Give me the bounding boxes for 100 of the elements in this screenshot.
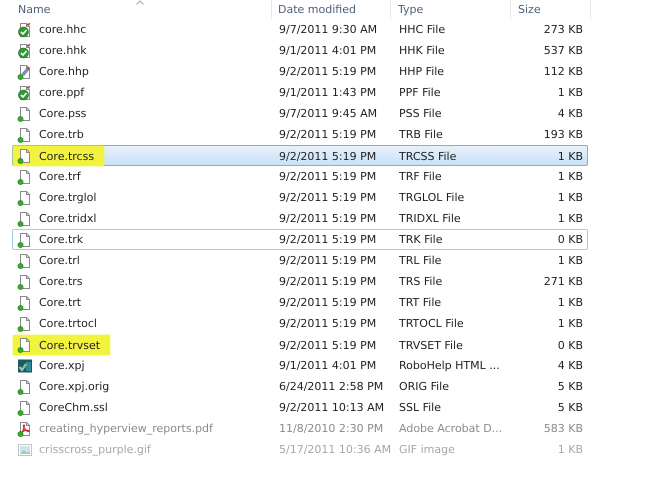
- pdf-icon: [17, 420, 33, 436]
- file-row[interactable]: core.ppf 9/1/2011 1:43 PM PPF File 1 KB: [12, 82, 588, 103]
- date-cell-text: 9/1/2011 1:43 PM: [278, 86, 378, 99]
- size-cell-text: 0 KB: [556, 233, 584, 246]
- date-cell-text: 9/7/2011 9:30 AM: [278, 23, 378, 36]
- date-cell-text: 9/2/2011 5:19 PM: [278, 317, 378, 330]
- file-row[interactable]: Core.hhp 9/2/2011 5:19 PM HHP File 112 KB: [12, 61, 588, 82]
- file-name: Core.trt: [39, 296, 82, 309]
- file-icon: [17, 316, 33, 332]
- file-row[interactable]: Core.trb 9/2/2011 5:19 PM TRB File 193 KB: [12, 124, 588, 145]
- type-cell-text: TRL File: [398, 254, 442, 267]
- file-icon: [17, 106, 33, 122]
- file-row[interactable]: Core.trf 9/2/2011 5:19 PM TRF File 1 KB: [12, 166, 588, 187]
- file-row[interactable]: Core.xpj 9/1/2011 4:01 PM RoboHelp HTML ... 4 KB: [12, 355, 588, 376]
- file-icon: [17, 126, 33, 142]
- file-name: Core.trk: [39, 233, 84, 246]
- date-cell-text: 9/2/2011 5:19 PM: [278, 254, 378, 267]
- file-name: creating_hyperview_reports.pdf: [39, 422, 213, 435]
- file-name: Core.trcss: [39, 150, 94, 162]
- size-cell-text: 1 KB: [556, 170, 584, 183]
- file-row[interactable]: Core.trs 9/2/2011 5:19 PM TRS File 271 KB: [12, 271, 588, 292]
- file-row[interactable]: Core.xpj.orig 6/24/2011 2:58 PM ORIG File 5 KB: [12, 376, 588, 397]
- size-cell-text: 1 KB: [556, 212, 584, 225]
- file-row[interactable]: core.hhc 9/7/2011 9:30 AM HHC File 273 KB: [12, 19, 588, 40]
- file-name: Core.trvset: [39, 338, 100, 352]
- file-row[interactable]: core.hhk 9/1/2011 4:01 PM HHK File 537 KB: [12, 40, 588, 61]
- size-cell-text: 0 KB: [556, 338, 584, 352]
- date-cell-text: 9/2/2011 5:19 PM: [278, 338, 378, 352]
- type-cell-text: TRT File: [398, 296, 442, 309]
- file-row[interactable]: Core.trglol 9/2/2011 5:19 PM TRGLOL File 1 KB: [12, 187, 588, 208]
- type-cell-text: Adobe Acrobat D...: [398, 422, 504, 435]
- file-row[interactable]: CoreChm.ssl 9/2/2011 10:13 AM SSL File 5 KB: [12, 397, 588, 418]
- file-name: CoreChm.ssl: [39, 401, 108, 414]
- file-pen-icon: [17, 64, 33, 80]
- type-cell-text: HHK File: [398, 44, 446, 57]
- file-row[interactable]: Core.trcss 9/2/2011 5:19 PM TRCSS File 1 KB: [12, 145, 588, 166]
- type-cell-text: SSL File: [398, 401, 442, 414]
- type-cell-text: TRB File: [398, 128, 444, 141]
- type-cell-text: ORIG File: [398, 380, 450, 393]
- type-cell-text: TRCSS File: [398, 150, 458, 162]
- file-icon: [17, 210, 33, 226]
- file-icon: [17, 190, 33, 206]
- size-cell-text: 112 KB: [542, 65, 584, 78]
- size-cell-text: 273 KB: [542, 23, 584, 36]
- size-cell-text: 1 KB: [556, 296, 584, 309]
- file-name: Core.trs: [39, 275, 83, 288]
- file-row[interactable]: Core.pss 9/7/2011 9:45 AM PSS File 4 KB: [12, 103, 588, 124]
- file-name: Core.tridxl: [39, 212, 96, 225]
- file-check-icon: [17, 84, 33, 100]
- date-cell-text: 9/2/2011 5:19 PM: [278, 128, 378, 141]
- file-icon: [17, 148, 33, 164]
- file-name: Core.trb: [39, 128, 84, 141]
- type-cell-text: RoboHelp HTML ...: [398, 359, 501, 372]
- size-cell-text: 5 KB: [556, 380, 584, 393]
- file-icon: [17, 168, 33, 184]
- size-cell-text: 1 KB: [556, 150, 584, 162]
- file-name: Core.hhp: [39, 65, 89, 78]
- file-row[interactable]: Core.trvset 9/2/2011 5:19 PM TRVSET File 0 KB: [12, 334, 588, 355]
- date-cell-text: 9/2/2011 5:19 PM: [278, 275, 378, 288]
- date-cell-text: 9/2/2011 5:19 PM: [278, 150, 378, 162]
- file-name: Core.trl: [39, 254, 80, 267]
- type-cell-text: HHP File: [398, 65, 446, 78]
- size-cell-text: 193 KB: [542, 128, 584, 141]
- file-row[interactable]: Core.trk 9/2/2011 5:19 PM TRK File 0 KB: [12, 229, 588, 250]
- file-name: core.hhc: [39, 23, 86, 36]
- file-name: Core.xpj.orig: [39, 380, 110, 393]
- type-cell-text: TRGLOL File: [398, 191, 466, 204]
- size-cell-text: 1 KB: [556, 317, 584, 330]
- file-name: core.ppf: [39, 86, 84, 99]
- file-icon: [17, 400, 33, 416]
- type-cell-text: TRTOCL File: [398, 317, 465, 330]
- date-cell-text: 9/7/2011 9:45 AM: [278, 107, 378, 120]
- date-cell-text: 9/2/2011 10:13 AM: [278, 401, 386, 414]
- size-cell-text: 1 KB: [556, 443, 584, 456]
- date-cell-text: 9/2/2011 5:19 PM: [278, 296, 378, 309]
- size-cell-text: 5 KB: [556, 401, 584, 414]
- file-row[interactable]: Core.trl 9/2/2011 5:19 PM TRL File 1 KB: [12, 250, 588, 271]
- file-name: Core.trglol: [39, 191, 96, 204]
- file-row[interactable]: Core.tridxl 9/2/2011 5:19 PM TRIDXL File 1 KB: [12, 208, 588, 229]
- date-cell-text: 9/2/2011 5:19 PM: [278, 170, 378, 183]
- type-cell-text: TRS File: [398, 275, 444, 288]
- file-check-icon: [17, 42, 33, 58]
- file-row[interactable]: Core.trtocl 9/2/2011 5:19 PM TRTOCL File 1 KB: [12, 313, 588, 334]
- file-row[interactable]: Core.trt 9/2/2011 5:19 PM TRT File 1 KB: [12, 292, 588, 313]
- size-cell-text: 271 KB: [542, 275, 584, 288]
- date-cell-text: 6/24/2011 2:58 PM: [278, 380, 384, 393]
- file-name: core.hhk: [39, 44, 87, 57]
- type-cell-text: TRIDXL File: [398, 212, 462, 225]
- image-file-icon: [17, 442, 33, 458]
- date-cell-text: 9/1/2011 4:01 PM: [278, 359, 378, 372]
- date-cell-text: 9/2/2011 5:19 PM: [278, 212, 378, 225]
- size-cell-text: 1 KB: [556, 86, 584, 99]
- file-icon: [17, 274, 33, 290]
- type-cell-text: PSS File: [398, 107, 443, 120]
- file-icon: [17, 378, 33, 394]
- project-icon: [17, 358, 33, 374]
- date-cell-text: 9/2/2011 5:19 PM: [278, 65, 378, 78]
- date-cell-text: 9/1/2011 4:01 PM: [278, 44, 378, 57]
- file-name: Core.pss: [39, 107, 86, 120]
- size-cell-text: 583 KB: [542, 422, 584, 435]
